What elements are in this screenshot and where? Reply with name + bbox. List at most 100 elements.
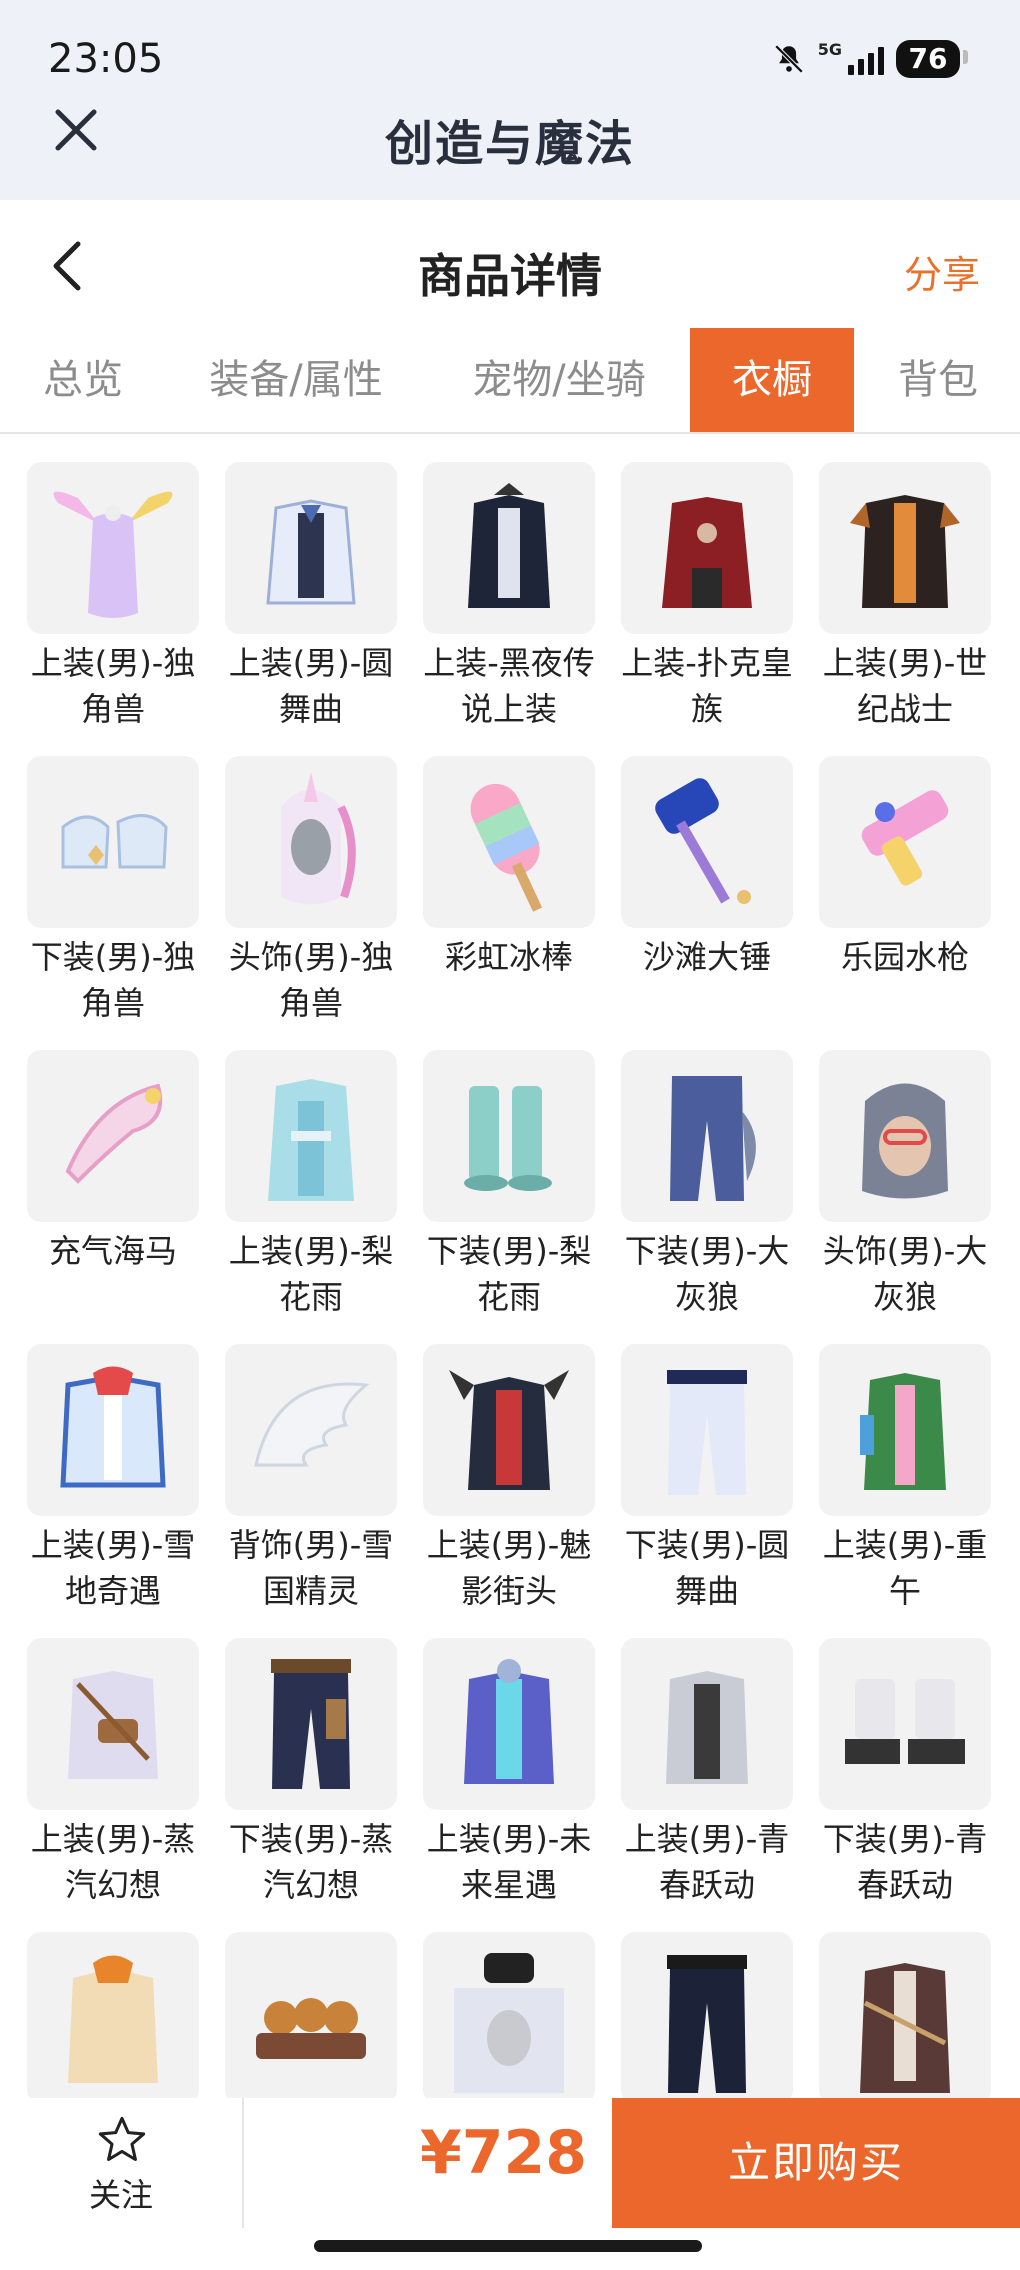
wardrobe-item[interactable]: 下装(男)-大灰狼: [620, 1050, 794, 1344]
wardrobe-item[interactable]: 上装(男)-蒸汽幻想: [26, 1638, 200, 1932]
wardrobe-item[interactable]: 上装(男)-独角兽: [26, 462, 200, 756]
wardrobe-item[interactable]: [422, 1932, 596, 2100]
wardrobe-item[interactable]: 彩虹冰棒: [422, 756, 596, 1050]
dark-night-top-icon: [468, 483, 550, 608]
wardrobe-item[interactable]: 上装(男)-圆舞曲: [224, 462, 398, 756]
waltz-top-icon: [266, 499, 356, 605]
wardrobe-item[interactable]: 下装(男)-圆舞曲: [620, 1344, 794, 1638]
wardrobe-item[interactable]: 上装(男)-未来星遇: [422, 1638, 596, 1932]
tab-backpack[interactable]: 背包: [880, 328, 996, 432]
follow-button[interactable]: 关注: [0, 2098, 242, 2228]
pear-rain-boots-icon: [464, 1086, 552, 1191]
share-button[interactable]: 分享: [904, 244, 980, 299]
item-thumbnail: [621, 1344, 793, 1516]
wolf-headwear-icon: [862, 1083, 948, 1199]
status-time: 23:05: [48, 36, 164, 82]
tab-pets[interactable]: 宠物/坐骑: [456, 328, 662, 432]
item-name: 下装(男)-梨花雨: [426, 1232, 592, 1316]
steam-top-icon: [68, 1671, 158, 1779]
wardrobe-scroll[interactable]: 上装(男)-独角兽 上装(男)-圆舞曲 上装-黑夜传说上装 上装-扑克皇族 上装(男)-…: [0, 434, 1020, 2100]
double-fifth-top-icon: [860, 1373, 946, 1490]
bottom-bar: 关注 ¥728 立即购买: [0, 2098, 1020, 2228]
wardrobe-item[interactable]: 上装(男)-梨花雨: [224, 1050, 398, 1344]
item-name: 背饰(男)-雪国精灵: [228, 1526, 394, 1610]
wardrobe-item[interactable]: 头饰(男)-大灰狼: [818, 1050, 992, 1344]
wardrobe-item[interactable]: [26, 1932, 200, 2100]
item-name: 上装(男)-未来星遇: [426, 1820, 592, 1904]
wardrobe-item[interactable]: [620, 1932, 794, 2100]
signal-icon: [848, 43, 884, 75]
wardrobe-item[interactable]: 下装(男)-梨花雨: [422, 1050, 596, 1344]
item-name: 下装(男)-蒸汽幻想: [228, 1820, 394, 1904]
mute-bell-icon: [774, 44, 803, 74]
unicorn-top-icon: [53, 491, 173, 618]
dark-pants-icon: [667, 1955, 747, 2093]
century-warrior-top-icon: [850, 495, 960, 608]
item-name: 上装(男)-独角兽: [30, 644, 196, 728]
wardrobe-item[interactable]: 沙滩大锤: [620, 756, 794, 1050]
pear-rain-top-icon: [268, 1079, 354, 1201]
item-thumbnail: [819, 1638, 991, 1810]
item-thumbnail: [27, 1050, 199, 1222]
item-thumbnail: [27, 1932, 199, 2100]
star-icon: [98, 2116, 146, 2162]
network-type: 5G: [817, 40, 842, 59]
status-bar: 23:05 5G 76 创造与魔法: [0, 0, 1020, 200]
item-thumbnail: [225, 1050, 397, 1222]
item-name: 上装(男)-圆舞曲: [228, 644, 394, 728]
item-name: 彩虹冰棒: [444, 938, 573, 976]
item-name: 头饰(男)-独角兽: [228, 938, 394, 1022]
item-thumbnail: [423, 1638, 595, 1810]
tab-equipment[interactable]: 装备/属性: [196, 328, 396, 432]
item-thumbnail: [423, 1344, 595, 1516]
tab-wardrobe[interactable]: 衣橱: [690, 328, 854, 432]
item-thumbnail: [27, 756, 199, 928]
wardrobe-item[interactable]: 下装(男)-蒸汽幻想: [224, 1638, 398, 1932]
item-name: 下装(男)-独角兽: [30, 938, 196, 1022]
wardrobe-item[interactable]: 下装(男)-独角兽: [26, 756, 200, 1050]
home-indicator: [314, 2240, 702, 2252]
page-title: 商品详情: [418, 249, 602, 303]
item-thumbnail: [225, 462, 397, 634]
wardrobe-item[interactable]: 上装(男)-魅影街头: [422, 1344, 596, 1638]
snow-top-icon: [60, 1366, 166, 1488]
rainbow-popsicle-icon: [470, 783, 543, 912]
waltz-bottom-icon: [667, 1370, 747, 1495]
item-thumbnail: [27, 1344, 199, 1516]
wardrobe-item[interactable]: 乐园水枪: [818, 756, 992, 1050]
bread-plate-icon: [256, 1998, 366, 2059]
status-icons: 5G 76: [772, 40, 968, 78]
wolf-bottom-icon: [670, 1076, 756, 1201]
wardrobe-item[interactable]: 上装(男)-重午: [818, 1344, 992, 1638]
item-name: 下装(男)-青春跃动: [822, 1820, 988, 1904]
veil-headwear-icon: [454, 1953, 564, 2093]
snow-wings-icon: [254, 1382, 370, 1467]
wardrobe-item[interactable]: 上装-扑克皇族: [620, 462, 794, 756]
wardrobe-item[interactable]: 上装-黑夜传说上装: [422, 462, 596, 756]
item-name: 上装(男)-世纪战士: [822, 644, 988, 728]
wardrobe-item[interactable]: 上装(男)-世纪战士: [818, 462, 992, 756]
app-title: 创造与魔法: [384, 116, 635, 172]
item-name: 下装(男)-圆舞曲: [624, 1526, 790, 1610]
tab-bar: 总览 装备/属性 宠物/坐骑 衣橱 背包: [0, 328, 1020, 434]
wardrobe-item[interactable]: 背饰(男)-雪国精灵: [224, 1344, 398, 1638]
item-name: 沙滩大锤: [642, 938, 771, 976]
wardrobe-item[interactable]: 头饰(男)-独角兽: [224, 756, 398, 1050]
orange-outfit-icon: [68, 1955, 158, 2083]
wardrobe-item[interactable]: 充气海马: [26, 1050, 200, 1344]
item-thumbnail: [27, 462, 199, 634]
tab-overview[interactable]: 总览: [20, 328, 146, 432]
wardrobe-item[interactable]: [818, 1932, 992, 2100]
nav-bar: 商品详情 分享: [0, 200, 1020, 330]
wardrobe-item[interactable]: 上装(男)-青春跃动: [620, 1638, 794, 1932]
item-name: 上装(男)-重午: [822, 1526, 988, 1610]
wardrobe-item[interactable]: 上装(男)-雪地奇遇: [26, 1344, 200, 1638]
item-thumbnail: [423, 462, 595, 634]
item-thumbnail: [621, 1932, 793, 2100]
wardrobe-item[interactable]: 下装(男)-青春跃动: [818, 1638, 992, 1932]
wardrobe-item[interactable]: [224, 1932, 398, 2100]
item-name: 上装(男)-魅影街头: [426, 1526, 592, 1610]
follow-label: 关注: [88, 2176, 153, 2214]
buy-now-button[interactable]: 立即购买: [612, 2098, 1020, 2228]
poker-royal-top-icon: [662, 497, 752, 608]
